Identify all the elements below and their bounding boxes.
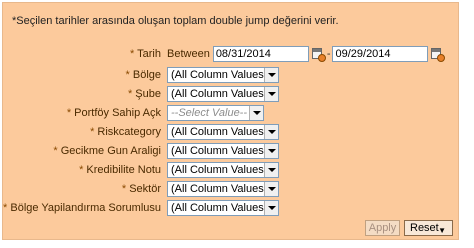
end-date-input[interactable]: 09/29/2014 xyxy=(332,46,429,62)
filter-label-text: Portföy Sahip Açk xyxy=(74,107,161,119)
date-separator: - xyxy=(326,48,331,60)
filter-label: * Şube xyxy=(128,88,161,100)
required-marker: * xyxy=(66,107,72,119)
required-marker: * xyxy=(3,202,8,214)
select-value: (All Column Values) xyxy=(171,164,268,176)
filter-label-text: Kredibilite Notu xyxy=(86,164,161,176)
select-value: (All Column Values) xyxy=(171,202,268,214)
filter-label: * Portföy Sahip Açk xyxy=(67,107,161,119)
between-label: Between xyxy=(167,48,210,60)
filter-label: * Riskcategory xyxy=(90,126,161,138)
filter-select-kredibilite[interactable]: (All Column Values) xyxy=(167,162,279,178)
filter-select-portfoy[interactable]: --Select Value-- xyxy=(167,105,264,121)
filter-label-text: Bölge Yapilandırma Sorumlusu xyxy=(10,202,161,214)
calendar-icon[interactable] xyxy=(311,47,326,62)
dropdown-arrow-icon[interactable] xyxy=(264,201,278,215)
apply-button[interactable]: Apply xyxy=(365,220,400,236)
prompt-description: *Seçilen tarihler arasında oluşan toplam… xyxy=(12,15,339,27)
filter-select-sektor[interactable]: (All Column Values) xyxy=(167,181,279,197)
filter-select-gecikme[interactable]: (All Column Values) xyxy=(167,143,279,159)
required-marker: * xyxy=(53,145,58,157)
filter-row-riskcategory: * Riskcategory (All Column Values) xyxy=(3,124,458,140)
filter-row-sektor: * Sektör (All Column Values) xyxy=(3,181,458,197)
dropdown-arrow-icon[interactable] xyxy=(264,163,278,177)
filter-row-gecikme: * Gecikme Gun Araligi (All Column Values… xyxy=(3,143,458,159)
filter-select-sube[interactable]: (All Column Values) xyxy=(167,86,279,102)
filter-label-text: Sektör xyxy=(129,183,161,195)
filter-select-riskcategory[interactable]: (All Column Values) xyxy=(167,124,279,140)
select-value: --Select Value-- xyxy=(171,107,248,119)
required-marker: * xyxy=(79,164,84,176)
filter-select-bolge-yapilandirma[interactable]: (All Column Values) xyxy=(167,200,279,216)
chevron-down-icon: ▼ xyxy=(438,226,446,235)
dropdown-arrow-icon[interactable] xyxy=(264,68,278,82)
filter-row-portfoy: * Portföy Sahip Açk --Select Value-- xyxy=(3,105,458,121)
reset-button-label: Reset xyxy=(410,222,439,234)
filter-label: * Bölge xyxy=(126,69,161,81)
dropdown-arrow-icon[interactable] xyxy=(264,182,278,196)
filter-label-text: Şube xyxy=(135,88,161,100)
filter-label: * Sektör xyxy=(122,183,161,195)
filter-label-text: Bölge xyxy=(132,69,161,81)
select-value: (All Column Values) xyxy=(171,69,268,81)
select-value: (All Column Values) xyxy=(171,145,268,157)
filter-row-bolge: * Bölge (All Column Values) xyxy=(3,67,458,83)
required-marker: * xyxy=(121,183,127,195)
date-filter-label-text: Tarih xyxy=(137,48,161,60)
filter-label: * Bölge Yapilandırma Sorumlusu xyxy=(3,202,161,214)
filter-row-kredibilite: * Kredibilite Notu (All Column Values) xyxy=(3,162,458,178)
prompt-panel: *Seçilen tarihler arasında oluşan toplam… xyxy=(2,2,459,240)
select-value: (All Column Values) xyxy=(171,183,268,195)
dropdown-arrow-icon[interactable] xyxy=(264,87,278,101)
start-date-input[interactable]: 08/31/2014 xyxy=(212,46,309,62)
required-marker: * xyxy=(125,69,130,81)
dropdown-arrow-icon[interactable] xyxy=(264,125,278,139)
date-filter-label: * Tarih xyxy=(130,48,161,60)
calendar-icon[interactable] xyxy=(430,47,446,62)
select-value: (All Column Values) xyxy=(171,88,268,100)
date-filter-controls: Between 08/31/2014 - 09/29/2014 xyxy=(167,46,446,62)
filter-label-text: Riskcategory xyxy=(97,126,161,138)
select-value: (All Column Values) xyxy=(171,126,268,138)
filter-select-bolge[interactable]: (All Column Values) xyxy=(167,67,279,83)
filter-label: * Kredibilite Notu xyxy=(79,164,161,176)
filter-label: * Gecikme Gun Araligi xyxy=(53,145,161,157)
required-marker: * xyxy=(127,88,133,100)
required-marker: * xyxy=(130,48,135,60)
dropdown-arrow-icon[interactable] xyxy=(249,106,263,120)
date-filter-row: * Tarih Between 08/31/2014 - 09/29/2014 xyxy=(3,46,458,62)
required-marker: * xyxy=(90,126,95,138)
filter-label-text: Gecikme Gun Araligi xyxy=(60,145,161,157)
reset-button[interactable]: Reset ▼ xyxy=(404,220,453,236)
filter-row-sube: * Şube (All Column Values) xyxy=(3,86,458,102)
dropdown-arrow-icon[interactable] xyxy=(264,144,278,158)
filter-row-bolge-yapilandirma: * Bölge Yapilandırma Sorumlusu (All Colu… xyxy=(3,200,458,216)
